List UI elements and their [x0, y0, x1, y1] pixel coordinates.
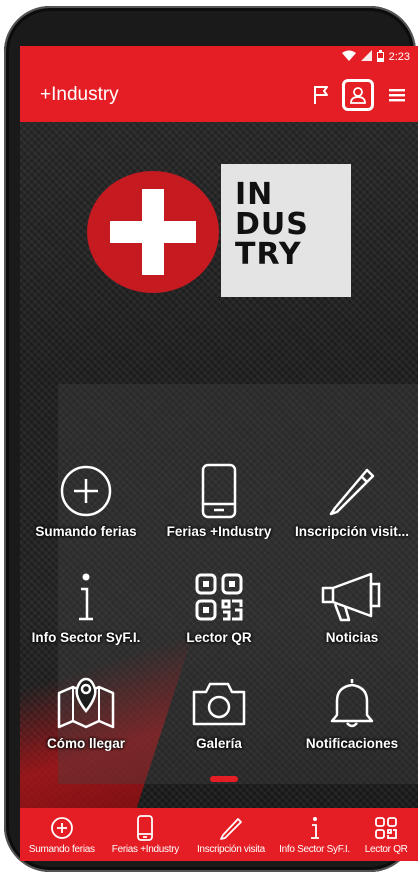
tile-info-sector[interactable]: Info Sector SyF.I.	[20, 564, 152, 666]
logo-line-3: TRY	[235, 237, 302, 272]
pencil-icon	[187, 814, 275, 842]
camera-icon	[153, 670, 285, 736]
signal-icon	[360, 50, 372, 64]
profile-button[interactable]	[342, 79, 374, 111]
nav-label: Info Sector SyF.I.	[279, 844, 350, 855]
tile-label: Inscripción visit...	[294, 524, 410, 539]
plus-circle-icon	[20, 814, 104, 842]
page-indicator	[210, 776, 238, 782]
nav-label: Ferias +Industry	[111, 844, 179, 855]
industry-logo: IN DUS TRY	[86, 164, 351, 298]
qr-code-icon	[354, 814, 418, 842]
mobile-icon	[153, 458, 285, 524]
nav-sumando-ferias[interactable]: Sumando ferias	[20, 808, 104, 861]
tile-noticias[interactable]: Noticias	[286, 564, 418, 666]
logo-plus-mark	[87, 171, 219, 293]
tile-ferias-industry[interactable]: Ferias +Industry	[153, 458, 285, 560]
pencil-icon	[286, 458, 418, 524]
status-time: 2:23	[388, 51, 410, 63]
qr-code-icon	[153, 564, 285, 630]
tile-lector-qr[interactable]: Lector QR	[153, 564, 285, 666]
tile-como-llegar[interactable]: Cómo llegar	[20, 670, 152, 772]
tile-label: Info Sector SyF.I.	[31, 630, 141, 645]
nav-label: Lector QR	[364, 844, 408, 855]
tile-label: Lector QR	[186, 630, 252, 645]
map-icon	[20, 670, 152, 736]
app-bar: +Industry	[20, 68, 418, 122]
mobile-icon	[104, 814, 188, 842]
nav-label: Sumando ferias	[28, 844, 95, 855]
nav-label: Inscripción visita	[196, 844, 265, 855]
status-bar: 2:23	[20, 46, 418, 68]
tile-label: Sumando ferias	[35, 524, 137, 539]
tile-label: Notificaciones	[305, 736, 399, 751]
bottom-nav: Sumando ferias Ferias +Industry Inscripc…	[20, 808, 418, 861]
nav-info-sector[interactable]: Info Sector SyF.I.	[275, 808, 355, 861]
tile-galeria[interactable]: Galería	[153, 670, 285, 772]
wifi-icon	[341, 50, 356, 64]
tile-sumando-ferias[interactable]: Sumando ferias	[20, 458, 152, 560]
logo-wordmark: IN DUS TRY	[221, 164, 351, 297]
battery-icon	[376, 49, 384, 65]
nav-inscripcion-visita[interactable]: Inscripción visita	[187, 808, 275, 861]
tile-inscripcion-visita[interactable]: Inscripción visit...	[286, 458, 418, 560]
logo-line-2: DUS	[235, 207, 309, 242]
tile-label: Cómo llegar	[46, 736, 125, 751]
tile-label: Galería	[196, 736, 242, 751]
info-icon	[275, 814, 355, 842]
info-icon	[20, 564, 152, 630]
tile-label: Ferias +Industry	[166, 524, 272, 539]
plus-circle-icon	[20, 458, 152, 524]
nav-ferias-industry[interactable]: Ferias +Industry	[104, 808, 188, 861]
nav-lector-qr[interactable]: Lector QR	[354, 808, 418, 861]
menu-icon[interactable]	[382, 80, 412, 110]
megaphone-icon	[286, 564, 418, 630]
tile-label: Noticias	[325, 630, 379, 645]
phone-frame: 2:23 +Industry IN DUS TRY Sumando ferias…	[4, 6, 418, 872]
app-title: +Industry	[40, 84, 119, 105]
tile-notificaciones[interactable]: Notificaciones	[286, 670, 418, 772]
profile-icon	[350, 87, 366, 104]
bell-icon	[286, 670, 418, 736]
flag-icon[interactable]	[306, 80, 336, 110]
app-screen: 2:23 +Industry IN DUS TRY Sumando ferias…	[20, 46, 418, 861]
logo-line-1: IN	[235, 177, 274, 212]
